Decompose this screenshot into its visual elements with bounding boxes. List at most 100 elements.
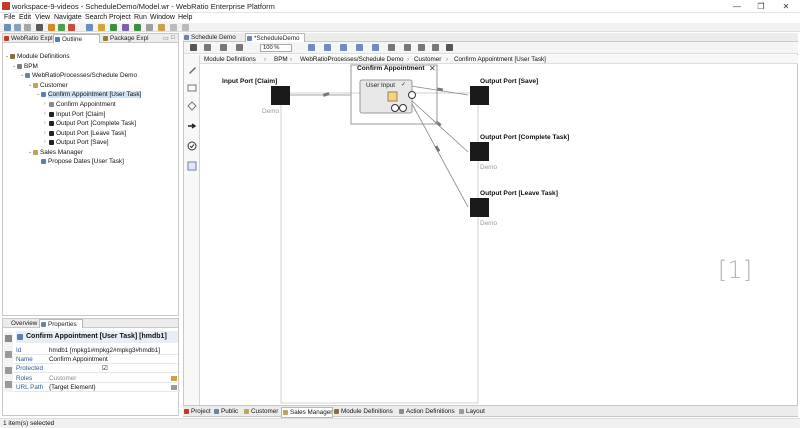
tab-package-explorer[interactable]: Package Expl xyxy=(102,34,154,43)
prop-row-roles[interactable]: Roles Customer xyxy=(14,374,180,383)
output-port-complete[interactable] xyxy=(470,142,489,161)
gateway-shape-icon[interactable] xyxy=(187,101,197,111)
maximize-button[interactable]: ❐ xyxy=(750,1,772,12)
tab-action-definitions[interactable]: Action Definitions xyxy=(398,407,455,416)
menu-file[interactable]: File xyxy=(4,14,15,21)
save-all-icon[interactable] xyxy=(24,24,31,31)
menu-navigate[interactable]: Navigate xyxy=(54,14,82,21)
tab-project[interactable]: Project xyxy=(183,407,211,416)
breadcrumb-item[interactable]: Confirm Appointment [User Task] xyxy=(454,56,546,63)
breadcrumb-item[interactable]: Customer xyxy=(414,56,441,63)
tab-schedule-demo-modified[interactable]: *ScheduleDemo xyxy=(245,33,305,42)
protected-checkbox[interactable]: ☑ xyxy=(102,364,108,373)
tab-overview[interactable]: Overview xyxy=(3,319,39,328)
menu-window[interactable]: Window xyxy=(150,14,175,21)
arrow-forward-icon[interactable] xyxy=(182,24,189,31)
pencil-tool-icon[interactable] xyxy=(187,65,197,75)
collapse-arrow-icon[interactable]: ⌄ xyxy=(20,72,24,78)
menu-view[interactable]: View xyxy=(35,14,50,21)
expand-arrow-icon[interactable]: › xyxy=(44,111,46,117)
menu-project[interactable]: Project xyxy=(109,14,131,21)
link-tool-icon[interactable] xyxy=(236,44,243,51)
align-center-icon[interactable] xyxy=(404,44,411,51)
run-icon[interactable] xyxy=(110,24,117,31)
generate-icon[interactable] xyxy=(58,24,65,31)
bookmark-icon[interactable] xyxy=(98,24,105,31)
arrow-back-icon[interactable] xyxy=(170,24,177,31)
print-icon[interactable] xyxy=(36,24,43,31)
align-left-icon[interactable] xyxy=(388,44,395,51)
collapse-arrow-icon[interactable]: ⌄ xyxy=(28,149,32,155)
minimize-view-icon[interactable]: ▭ xyxy=(163,35,169,42)
edit-url-icon[interactable] xyxy=(171,385,177,390)
tab-public[interactable]: Public xyxy=(213,407,238,416)
menu-search[interactable]: Search xyxy=(85,14,107,21)
zoom-actual-icon[interactable] xyxy=(372,44,379,51)
collapse-arrow-icon[interactable]: ⌄ xyxy=(36,91,40,97)
comment-tab-icon[interactable] xyxy=(5,381,12,388)
tab-module-definitions[interactable]: Module Definitions xyxy=(333,407,393,416)
tab-schedule-demo[interactable]: Schedule Demo xyxy=(183,33,236,42)
input-port-claim[interactable] xyxy=(271,86,290,105)
zoom-page-icon[interactable] xyxy=(356,44,363,51)
prop-row-name[interactable]: Name Confirm Appointment xyxy=(14,355,180,364)
layout-tab-icon[interactable] xyxy=(5,351,12,358)
distribute-icon[interactable] xyxy=(418,44,425,51)
expand-arrow-icon[interactable]: › xyxy=(44,120,46,126)
task-title[interactable]: Confirm Appointment xyxy=(357,65,425,72)
close-button[interactable]: ✕ xyxy=(775,1,797,12)
marquee-tool-icon[interactable] xyxy=(204,44,211,51)
ok-link-icon[interactable] xyxy=(408,91,416,99)
zoom-fit-icon[interactable] xyxy=(340,44,347,51)
expand-arrow-icon[interactable]: › xyxy=(44,101,46,107)
folder-icon[interactable] xyxy=(158,24,165,31)
ok-link-icon[interactable] xyxy=(399,104,407,112)
zoom-in-icon[interactable] xyxy=(308,44,315,51)
breadcrumb-item[interactable]: BPM xyxy=(274,56,288,63)
maximize-view-icon[interactable]: □ xyxy=(171,35,175,41)
run-config-icon[interactable] xyxy=(134,24,141,31)
output-port-leave[interactable] xyxy=(470,198,489,217)
hand-tool-icon[interactable] xyxy=(220,44,227,51)
menu-help[interactable]: Help xyxy=(178,14,192,21)
menu-edit[interactable]: Edit xyxy=(19,14,31,21)
note-icon[interactable] xyxy=(187,161,197,171)
menu-run[interactable]: Run xyxy=(134,14,147,21)
checkmark-icon[interactable] xyxy=(187,141,197,151)
build-icon[interactable] xyxy=(48,24,55,31)
ok-link-icon[interactable] xyxy=(391,104,399,112)
collapse-arrow-icon[interactable]: ⌄ xyxy=(12,63,16,69)
select-tool-icon[interactable] xyxy=(190,44,197,51)
expand-arrow-icon[interactable]: › xyxy=(44,130,46,136)
tab-properties[interactable]: Properties xyxy=(39,319,83,328)
prop-row-url-path[interactable]: URL Path {Target Element} xyxy=(14,383,180,392)
minimize-button[interactable]: — xyxy=(726,1,748,12)
tab-webratio-explorer[interactable]: WebRatio Expl xyxy=(3,34,53,43)
external-tools-icon[interactable] xyxy=(146,24,153,31)
prop-row-protected[interactable]: Protected ☑ xyxy=(14,364,180,373)
tab-sales-manager[interactable]: Sales Manager xyxy=(281,407,334,418)
grid-icon[interactable] xyxy=(446,44,453,51)
zoom-out-icon[interactable] xyxy=(324,44,331,51)
general-tab-icon[interactable] xyxy=(5,335,12,342)
database-tab-icon[interactable] xyxy=(5,367,12,374)
breadcrumb-item[interactable]: Module Definitions xyxy=(204,56,256,63)
prop-row-id[interactable]: Id hmdb1 [mpkg1#mpkg2#mpkg3#hmdb1] xyxy=(14,346,180,355)
tab-customer[interactable]: Customer xyxy=(243,407,278,416)
new-icon[interactable] xyxy=(4,24,11,31)
close-task-icon[interactable]: ✕ xyxy=(429,64,436,73)
stop-icon[interactable] xyxy=(68,24,75,31)
debug-icon[interactable] xyxy=(122,24,129,31)
tab-outline[interactable]: Outline xyxy=(53,34,100,43)
tab-layout[interactable]: Layout xyxy=(458,407,485,416)
save-icon[interactable] xyxy=(14,24,21,31)
task-shape-icon[interactable] xyxy=(187,83,197,93)
expand-arrow-icon[interactable]: › xyxy=(44,139,46,145)
collapse-arrow-icon[interactable]: ⌄ xyxy=(5,53,9,59)
output-port-save[interactable] xyxy=(470,86,489,105)
layout-icon[interactable] xyxy=(432,44,439,51)
edit-roles-icon[interactable] xyxy=(171,376,177,381)
zoom-select[interactable]: 100 % xyxy=(260,44,292,52)
flow-arrow-icon[interactable] xyxy=(187,121,197,131)
breadcrumb-item[interactable]: WebRatioProcesses/Schedule Demo xyxy=(300,56,403,63)
